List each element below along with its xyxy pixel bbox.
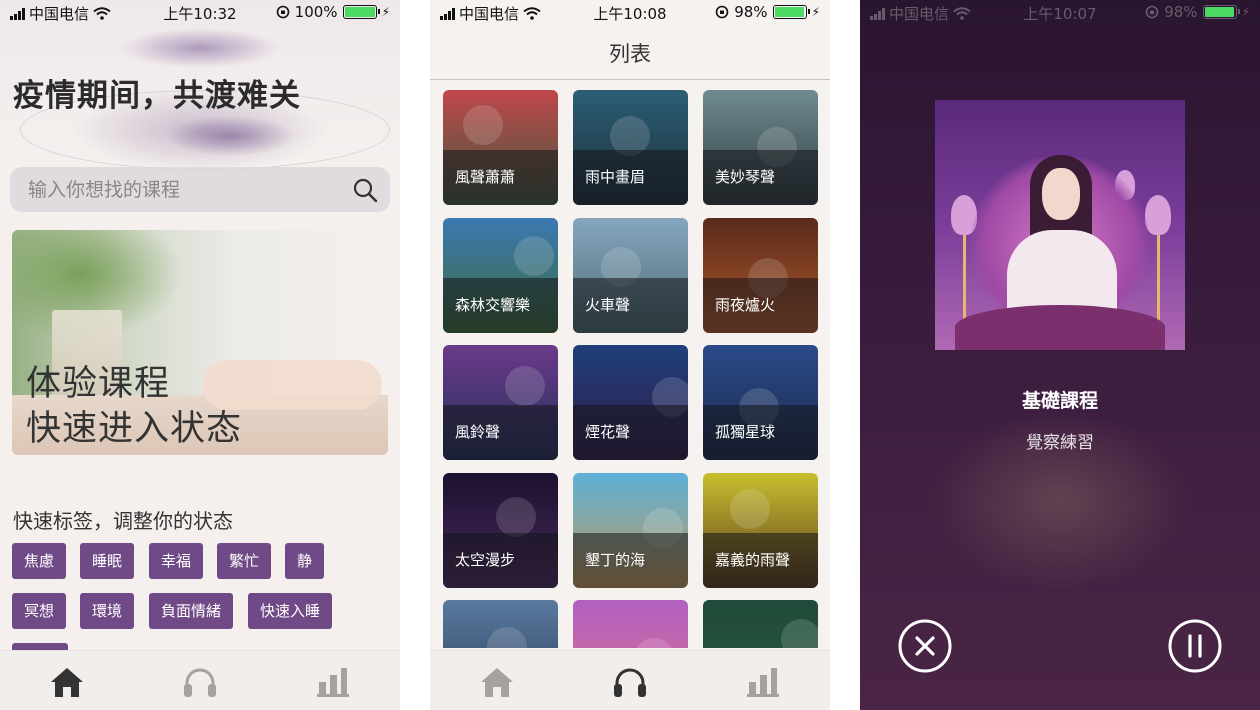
status-bar: 中国电信 上午10:07 98% ⚡ xyxy=(860,0,1260,26)
pause-icon[interactable] xyxy=(1168,619,1222,673)
tag-button[interactable]: 繁忙 xyxy=(217,543,272,579)
sound-card[interactable]: 風鈴聲 xyxy=(443,345,558,460)
course-subtitle: 覺察練習 xyxy=(1026,433,1094,453)
search-bar[interactable] xyxy=(10,167,390,212)
sound-card[interactable]: 雨中畫眉 xyxy=(573,90,688,205)
tag-button[interactable]: 幸福 xyxy=(149,543,204,579)
headphones-icon[interactable] xyxy=(183,666,217,698)
trial-course-banner[interactable]: 体验课程 快速进入状态 xyxy=(12,230,388,455)
home-screen: 中国电信 上午10:32 100% ⚡ 疫情期间，共渡难关 体验课程 快速进入状… xyxy=(0,0,400,710)
card-artwork xyxy=(487,627,527,648)
card-artwork xyxy=(463,105,503,145)
card-artwork xyxy=(514,235,554,276)
sound-card[interactable] xyxy=(443,600,558,648)
sound-card-label: 風聲蕭蕭 xyxy=(455,168,516,186)
battery-percent: 98% xyxy=(1164,3,1198,21)
rotation-lock-icon xyxy=(276,5,289,19)
search-input[interactable] xyxy=(28,167,348,212)
tab-bar xyxy=(0,650,400,710)
tag-button[interactable]: 静 xyxy=(285,543,325,579)
charging-icon: ⚡ xyxy=(811,5,820,19)
tag-button[interactable]: 冥想 xyxy=(12,593,67,629)
sound-card-label: 森林交響樂 xyxy=(455,295,531,314)
sound-card-label: 風鈴聲 xyxy=(455,423,501,441)
card-artwork xyxy=(505,366,545,406)
battery-percent: 100% xyxy=(294,3,338,21)
banner-line-2: 快速进入状态 xyxy=(26,409,243,449)
sound-card[interactable]: 風聲蕭蕭 xyxy=(443,90,558,205)
card-artwork xyxy=(781,619,818,648)
sound-card[interactable]: 嘉義的雨聲 xyxy=(703,472,818,588)
sound-card[interactable] xyxy=(703,600,818,648)
quick-tags-title: 快速标签，调整你的状态 xyxy=(13,509,233,533)
charging-icon: ⚡ xyxy=(381,5,390,19)
sound-card[interactable]: 太空漫步 xyxy=(443,472,558,588)
card-artwork xyxy=(496,496,536,537)
sound-card-label: 嘉義的雨聲 xyxy=(715,550,791,569)
sound-card[interactable]: 孤獨星球 xyxy=(703,345,818,460)
battery-icon xyxy=(1202,5,1240,19)
headphones-icon[interactable] xyxy=(613,666,647,698)
sound-card[interactable] xyxy=(573,600,688,648)
sound-card-label: 孤獨星球 xyxy=(715,423,776,441)
sound-card[interactable]: 火車聲 xyxy=(573,217,688,333)
card-artwork xyxy=(730,488,770,529)
sound-card[interactable]: 美妙琴聲 xyxy=(703,90,818,205)
sound-card-label: 墾丁的海 xyxy=(585,550,646,569)
status-bar: 中国电信 上午10:32 100% ⚡ xyxy=(0,0,400,26)
sound-card[interactable]: 墾丁的海 xyxy=(573,472,688,588)
rotation-lock-icon xyxy=(1145,5,1159,19)
tag-button[interactable]: 焦慮 xyxy=(12,543,67,579)
tag-button[interactable]: 環境 xyxy=(80,593,135,629)
page-title: 列表 xyxy=(609,42,651,66)
sound-card-label: 雨夜爐火 xyxy=(715,295,776,314)
sound-card-label: 雨中畫眉 xyxy=(585,168,646,186)
course-artwork xyxy=(935,100,1185,350)
rotation-lock-icon xyxy=(715,5,729,19)
tag-button[interactable]: 快速入睡 xyxy=(248,593,333,629)
close-icon[interactable] xyxy=(898,619,952,673)
tag-button[interactable]: 負面情緒 xyxy=(149,593,234,629)
sound-card[interactable]: 森林交響樂 xyxy=(443,217,558,333)
sound-card[interactable]: 煙花聲 xyxy=(573,345,688,460)
battery-icon xyxy=(342,5,380,19)
page-title: 疫情期间，共渡难关 xyxy=(13,78,301,114)
home-icon[interactable] xyxy=(480,666,514,698)
battery-percent: 98% xyxy=(734,3,768,21)
charging-icon: ⚡ xyxy=(1241,5,1250,19)
sound-card-label: 太空漫步 xyxy=(455,550,516,569)
tab-bar xyxy=(430,650,830,710)
stats-icon[interactable] xyxy=(316,666,350,698)
battery-icon xyxy=(772,5,810,19)
stats-icon[interactable] xyxy=(746,666,780,698)
sound-card-label: 美妙琴聲 xyxy=(715,168,776,186)
nav-bar: 列表 xyxy=(430,26,830,80)
status-bar: 中国电信 上午10:08 98% ⚡ xyxy=(430,0,830,26)
home-icon[interactable] xyxy=(50,666,84,698)
sound-card[interactable]: 雨夜爐火 xyxy=(703,217,818,333)
card-artwork xyxy=(634,638,674,648)
tag-button[interactable]: 睡眠 xyxy=(80,543,135,579)
sound-card-label: 火車聲 xyxy=(585,295,631,314)
list-screen: 中国电信 上午10:08 98% ⚡ 列表 風聲蕭蕭 雨中畫眉 美妙琴聲森林交響樂 火… xyxy=(430,0,830,710)
course-title: 基礎課程 xyxy=(1021,390,1098,412)
banner-line-1: 体验课程 xyxy=(26,364,171,404)
player-screen: 中国电信 上午10:07 98% ⚡ 基礎課程 覺察練習 xyxy=(860,0,1260,710)
sound-card-label: 煙花聲 xyxy=(585,423,631,441)
search-icon[interactable] xyxy=(352,177,378,203)
sound-grid: 風聲蕭蕭 雨中畫眉 美妙琴聲森林交響樂 火車聲 雨夜爐火風鈴聲 煙花聲 孤獨星球太空漫步 墾丁… xyxy=(443,90,819,648)
